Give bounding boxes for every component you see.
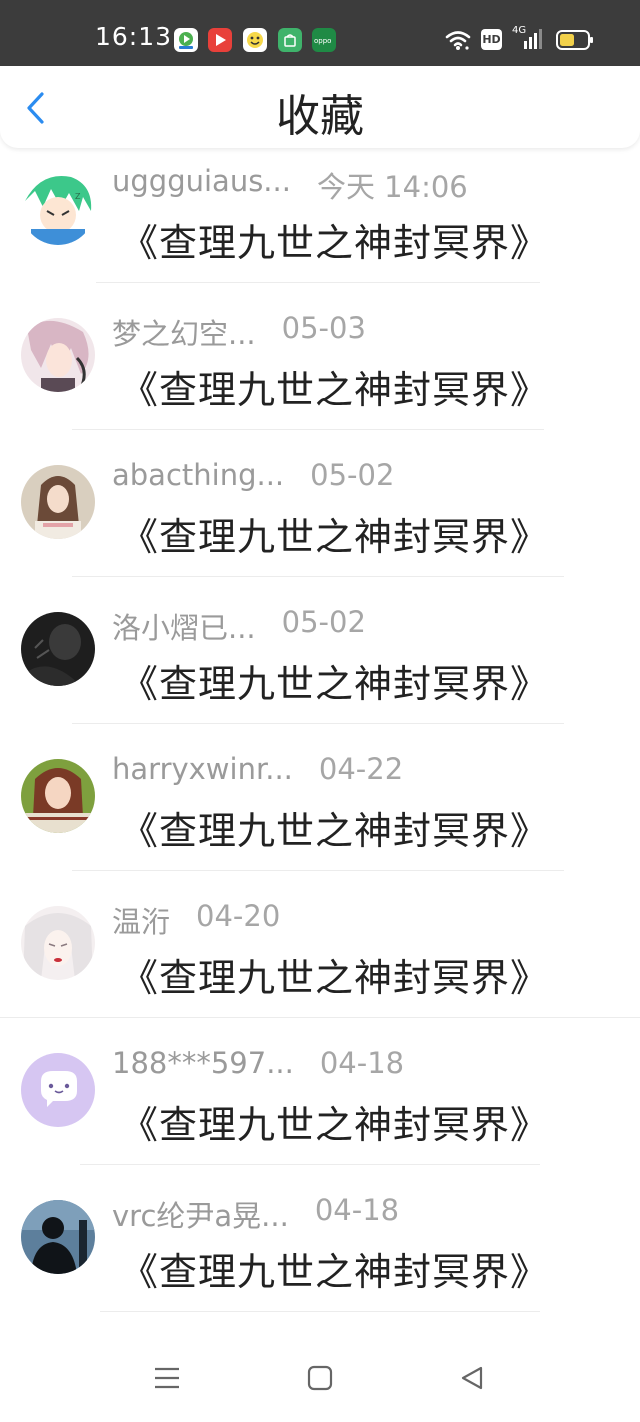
nav-back-button[interactable] xyxy=(452,1358,492,1398)
wifi-icon xyxy=(445,29,471,55)
menu-button[interactable] xyxy=(147,1358,187,1398)
white-hair-anime-avatar[interactable] xyxy=(21,906,95,980)
signal-icon: 4G xyxy=(512,25,544,55)
svg-text:oppo: oppo xyxy=(314,37,331,45)
network-type-label: 4G xyxy=(512,25,527,36)
hd-badge: HD xyxy=(481,29,502,50)
book-title: 《查理九世之神封冥界》 xyxy=(120,515,550,559)
item-meta: uggguiaus... 今天 14:06 xyxy=(112,164,468,204)
item-meta: 温洐 04-20 xyxy=(112,899,280,939)
home-button[interactable] xyxy=(300,1358,340,1398)
emoji-app-icon xyxy=(243,28,267,52)
status-time: 16:13 xyxy=(95,22,173,51)
list-item[interactable]: 188***597... 04-18 《查理九世之神封冥界》 xyxy=(0,1032,640,1179)
book-title: 《查理九世之神封冥界》 xyxy=(120,662,550,706)
post-date: 05-02 xyxy=(310,458,395,492)
book-title: 《查理九世之神封冥界》 xyxy=(120,956,550,1000)
portrait-photo-avatar[interactable] xyxy=(21,759,95,833)
item-meta: abacthing... 05-02 xyxy=(112,458,394,498)
user-name: 188***597... xyxy=(112,1046,294,1080)
divider xyxy=(100,1311,540,1312)
list-item[interactable]: 梦之幻空... 05-03 《查理九世之神封冥界》 xyxy=(0,297,640,444)
user-name: vrc纶尹a晃... xyxy=(112,1199,289,1233)
store-app-icon xyxy=(278,28,302,52)
divider xyxy=(72,576,564,577)
app-header: 收藏 xyxy=(0,66,640,148)
book-title: 《查理九世之神封冥界》 xyxy=(120,1103,550,1147)
list-item[interactable]: abacthing... 05-02 《查理九世之神封冥界》 xyxy=(0,444,640,591)
dark-photo-avatar[interactable] xyxy=(21,612,95,686)
post-date: 04-20 xyxy=(196,899,281,933)
user-name: 温洐 xyxy=(112,905,171,939)
home-square-icon xyxy=(307,1365,333,1391)
book-title: 《查理九世之神封冥界》 xyxy=(120,1250,550,1294)
item-meta: 188***597... 04-18 xyxy=(112,1046,404,1086)
favorites-list: Z uggguiaus... 今天 14:06 《查理九世之神封冥界》 梦之幻空… xyxy=(0,150,640,1326)
girl-photo-avatar[interactable] xyxy=(21,465,95,539)
divider xyxy=(96,282,540,283)
list-item[interactable]: Z uggguiaus... 今天 14:06 《查理九世之神封冥界》 xyxy=(0,150,640,297)
post-date: 04-18 xyxy=(314,1193,400,1227)
book-title: 《查理九世之神封冥界》 xyxy=(120,221,550,265)
list-item[interactable]: harryxwinr... 04-22 《查理九世之神封冥界》 xyxy=(0,738,640,885)
divider xyxy=(80,1164,540,1165)
user-name: uggguiaus... xyxy=(112,164,291,198)
item-meta: vrc纶尹a晃... 04-18 xyxy=(112,1193,399,1233)
item-meta: harryxwinr... 04-22 xyxy=(112,752,403,792)
page-title: 收藏 xyxy=(276,91,364,142)
post-date: 今天 14:06 xyxy=(316,170,468,204)
list-item[interactable]: vrc纶尹a晃... 04-18 《查理九世之神封冥界》 xyxy=(0,1179,640,1326)
menu-icon xyxy=(155,1367,179,1389)
user-name: harryxwinr... xyxy=(112,752,293,786)
post-date: 05-03 xyxy=(281,311,366,345)
pink-hair-anime-avatar[interactable] xyxy=(21,318,95,392)
divider xyxy=(72,870,564,871)
item-meta: 梦之幻空... 05-03 xyxy=(112,311,366,351)
silhouette-avatar[interactable] xyxy=(21,1200,95,1274)
status-bar: 16:13 oppo HD 4G xyxy=(0,0,640,66)
user-name: 洛小熠已... xyxy=(112,611,256,645)
video-app-icon xyxy=(174,28,198,52)
purple-chat-avatar[interactable] xyxy=(21,1053,95,1127)
divider xyxy=(0,1017,640,1018)
user-name: abacthing... xyxy=(112,458,285,492)
svg-text:Z: Z xyxy=(75,192,81,201)
item-meta: 洛小熠已... 05-02 xyxy=(112,605,366,645)
post-date: 05-02 xyxy=(281,605,366,639)
green-anime-avatar[interactable]: Z xyxy=(21,171,95,245)
book-title: 《查理九世之神封冥界》 xyxy=(120,809,550,853)
play-app-icon xyxy=(208,28,232,52)
back-triangle-icon xyxy=(461,1366,483,1390)
post-date: 04-22 xyxy=(318,752,404,786)
oppo-app-icon: oppo xyxy=(312,28,336,52)
list-item[interactable]: 温洐 04-20 《查理九世之神封冥界》 xyxy=(0,885,640,1032)
divider xyxy=(72,429,544,430)
divider xyxy=(72,723,564,724)
system-nav-bar xyxy=(0,1334,640,1422)
book-title: 《查理九世之神封冥界》 xyxy=(120,368,550,412)
post-date: 04-18 xyxy=(319,1046,405,1080)
battery-icon xyxy=(556,30,594,54)
user-name: 梦之幻空... xyxy=(112,317,256,351)
list-item[interactable]: 洛小熠已... 05-02 《查理九世之神封冥界》 xyxy=(0,591,640,738)
